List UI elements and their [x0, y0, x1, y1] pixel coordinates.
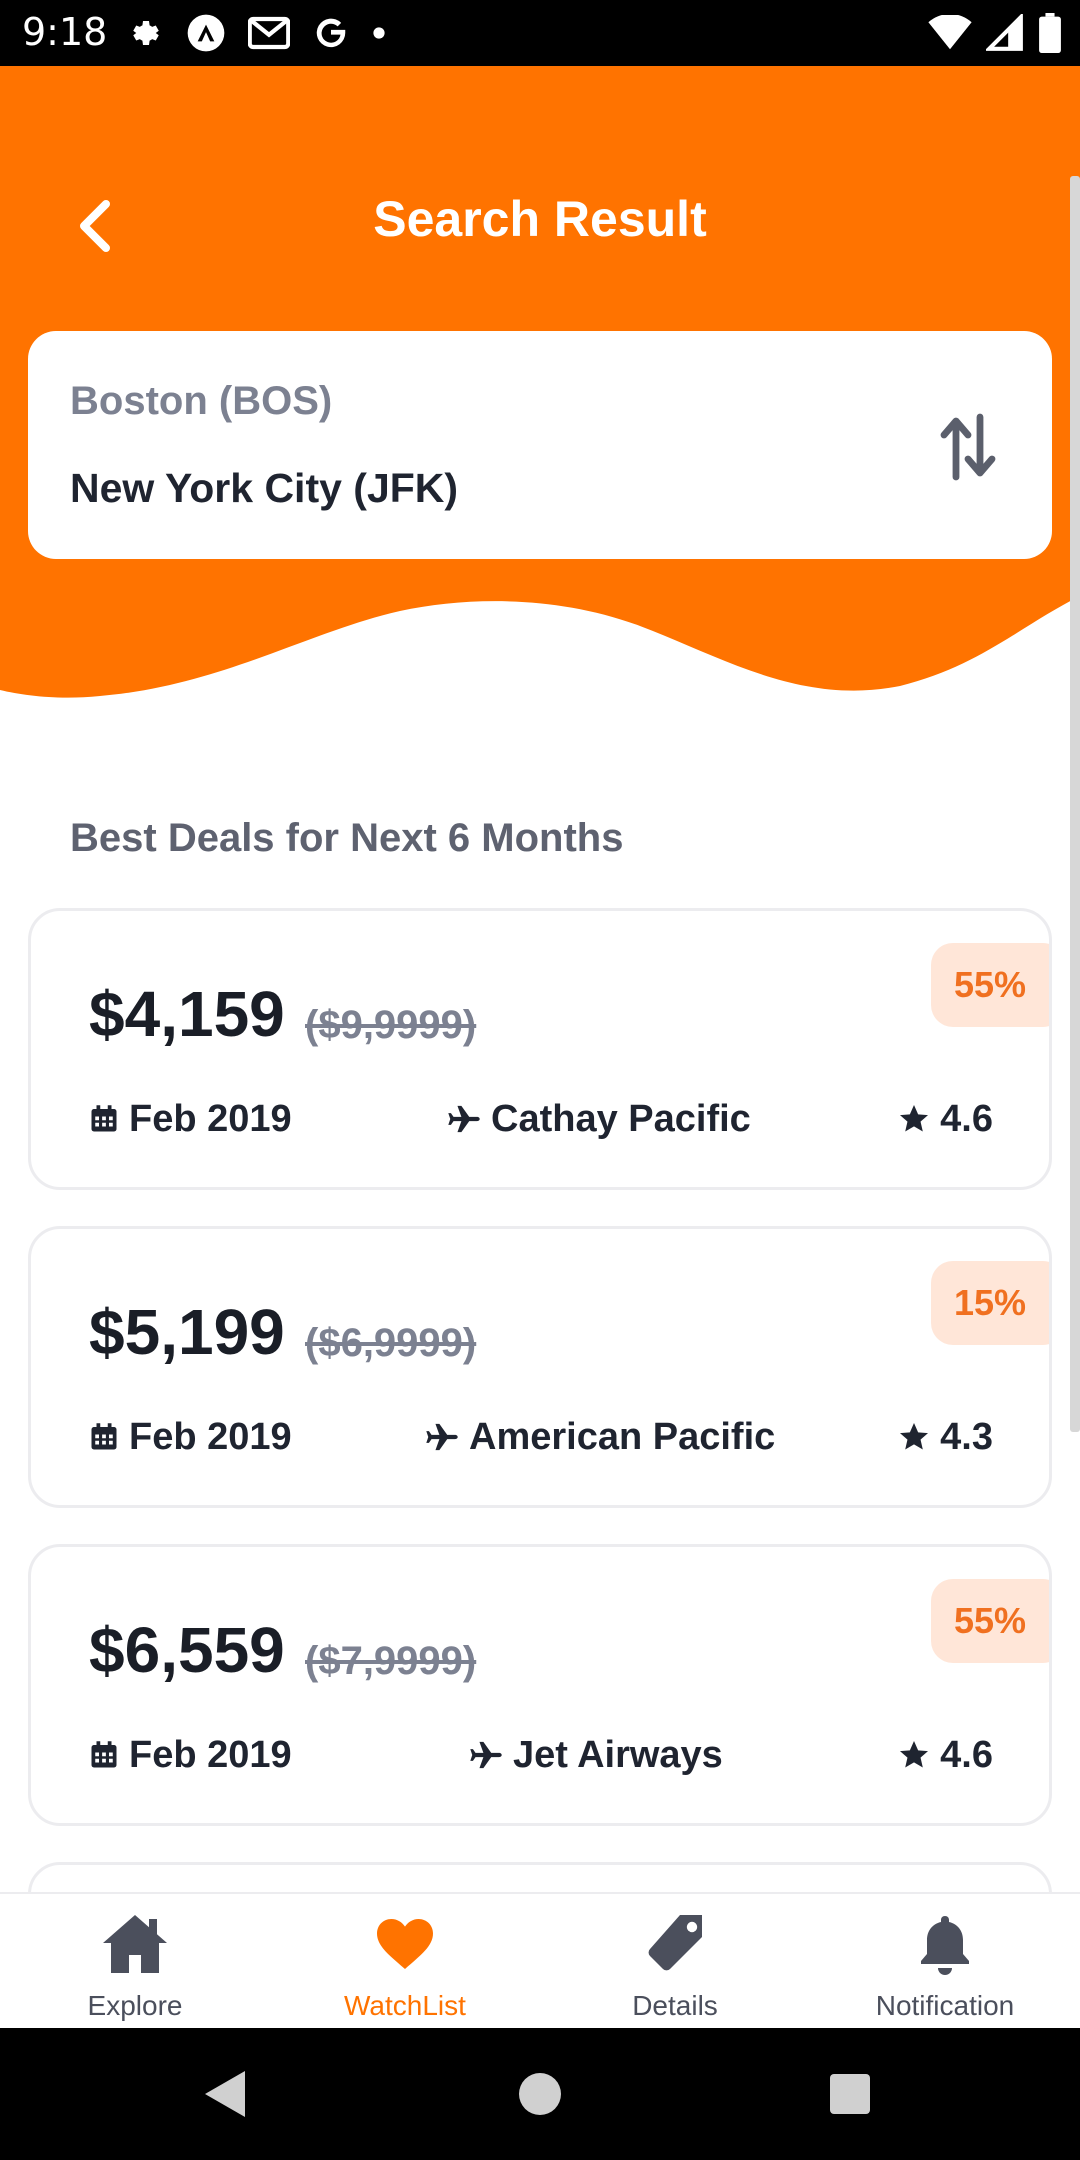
deal-card[interactable]: $5,199 ($6,9999) 15% Feb 2019 American P…: [28, 1226, 1052, 1508]
gmail-icon: [248, 16, 290, 50]
deal-date-text: Feb 2019: [129, 1415, 292, 1458]
deal-airline: Jet Airways: [469, 1727, 723, 1783]
tag-icon: [642, 1908, 708, 1980]
star-icon: [898, 1421, 930, 1453]
deal-price: $6,559: [89, 1614, 285, 1686]
nav-item-notification[interactable]: Notification: [810, 1894, 1080, 2028]
deal-original-price: ($7,9999): [305, 1639, 477, 1683]
battery-icon: [1039, 13, 1061, 53]
heart-icon: [375, 1908, 435, 1980]
deal-card[interactable]: $6,559 ($7,9999) 55% Feb 2019 Jet Airway…: [28, 1544, 1052, 1826]
deal-airline: Cathay Pacific: [447, 1091, 751, 1147]
deal-rating-text: 4.3: [940, 1415, 993, 1458]
star-icon: [898, 1739, 930, 1771]
swap-vertical-icon: [940, 413, 996, 481]
discount-badge: 55%: [931, 1579, 1049, 1663]
deal-date-text: Feb 2019: [129, 1733, 292, 1776]
calendar-icon: [89, 1104, 119, 1134]
star-icon: [898, 1103, 930, 1135]
airplane-icon: [469, 1740, 503, 1770]
google-icon: [316, 18, 346, 48]
square-recents-icon: [830, 2074, 870, 2114]
nav-item-watchlist[interactable]: WatchList: [270, 1894, 540, 2028]
status-bar: 9:18: [0, 0, 1080, 66]
section-title: Best Deals for Next 6 Months: [70, 816, 624, 860]
page-title: Search Result: [373, 191, 707, 247]
discount-badge: 55%: [931, 943, 1049, 1027]
deal-price: $5,199: [89, 1296, 285, 1368]
app-a-icon: [187, 14, 225, 52]
settings-icon: [133, 21, 159, 45]
deal-card[interactable]: $4,159 ($9,9999) 55% Feb 2019 Cathay Pac…: [28, 908, 1052, 1190]
nav-item-details[interactable]: Details: [540, 1894, 810, 2028]
deal-date: Feb 2019: [89, 1091, 292, 1147]
triangle-back-icon: [205, 2071, 245, 2117]
deal-airline-text: Jet Airways: [513, 1733, 723, 1776]
dot-icon: [373, 27, 385, 39]
bottom-navigation: Explore WatchList Details Notification: [0, 1892, 1080, 2028]
calendar-icon: [89, 1422, 119, 1452]
wifi-icon: [928, 15, 972, 50]
nav-label: WatchList: [344, 1990, 466, 2021]
nav-label: Details: [632, 1990, 718, 2021]
deal-rating: 4.6: [898, 1091, 993, 1147]
circle-home-icon: [519, 2073, 561, 2115]
bell-icon: [917, 1908, 973, 1980]
deal-airline: American Pacific: [425, 1409, 775, 1465]
system-navigation-bar: [0, 2028, 1080, 2160]
deal-rating: 4.6: [898, 1727, 993, 1783]
status-time: 9:18: [22, 10, 108, 54]
deal-airline-text: Cathay Pacific: [491, 1097, 751, 1140]
airplane-icon: [447, 1104, 481, 1134]
system-home-button[interactable]: [510, 2064, 570, 2124]
system-recents-button[interactable]: [820, 2064, 880, 2124]
deal-airline-text: American Pacific: [469, 1415, 776, 1458]
nav-label: Notification: [875, 1990, 1015, 2021]
signal-icon: [986, 14, 1023, 51]
system-back-button[interactable]: [196, 2064, 256, 2124]
swap-route-button[interactable]: [936, 411, 1000, 483]
nav-item-explore[interactable]: Explore: [0, 1894, 270, 2028]
status-system-icons: [928, 10, 1062, 56]
deal-original-price: ($6,9999): [305, 1321, 477, 1365]
discount-badge: 15%: [931, 1261, 1049, 1345]
home-icon: [101, 1908, 169, 1980]
airplane-icon: [425, 1422, 459, 1452]
nav-label: Explore: [87, 1990, 183, 2021]
deal-date: Feb 2019: [89, 1409, 292, 1465]
route-origin[interactable]: Boston (BOS): [70, 379, 332, 424]
deal-date-text: Feb 2019: [129, 1097, 292, 1140]
scrollbar[interactable]: [1070, 176, 1080, 1432]
deal-date: Feb 2019: [89, 1727, 292, 1783]
route-card[interactable]: Boston (BOS) New York City (JFK): [28, 331, 1052, 559]
deal-price: $4,159: [89, 978, 285, 1050]
deal-rating-text: 4.6: [940, 1733, 993, 1776]
deal-original-price: ($9,9999): [305, 1003, 477, 1047]
calendar-icon: [89, 1740, 119, 1770]
deal-rating-text: 4.6: [940, 1097, 993, 1140]
status-notification-icons: [128, 10, 386, 56]
deal-rating: 4.3: [898, 1409, 993, 1465]
route-destination[interactable]: New York City (JFK): [70, 465, 458, 512]
